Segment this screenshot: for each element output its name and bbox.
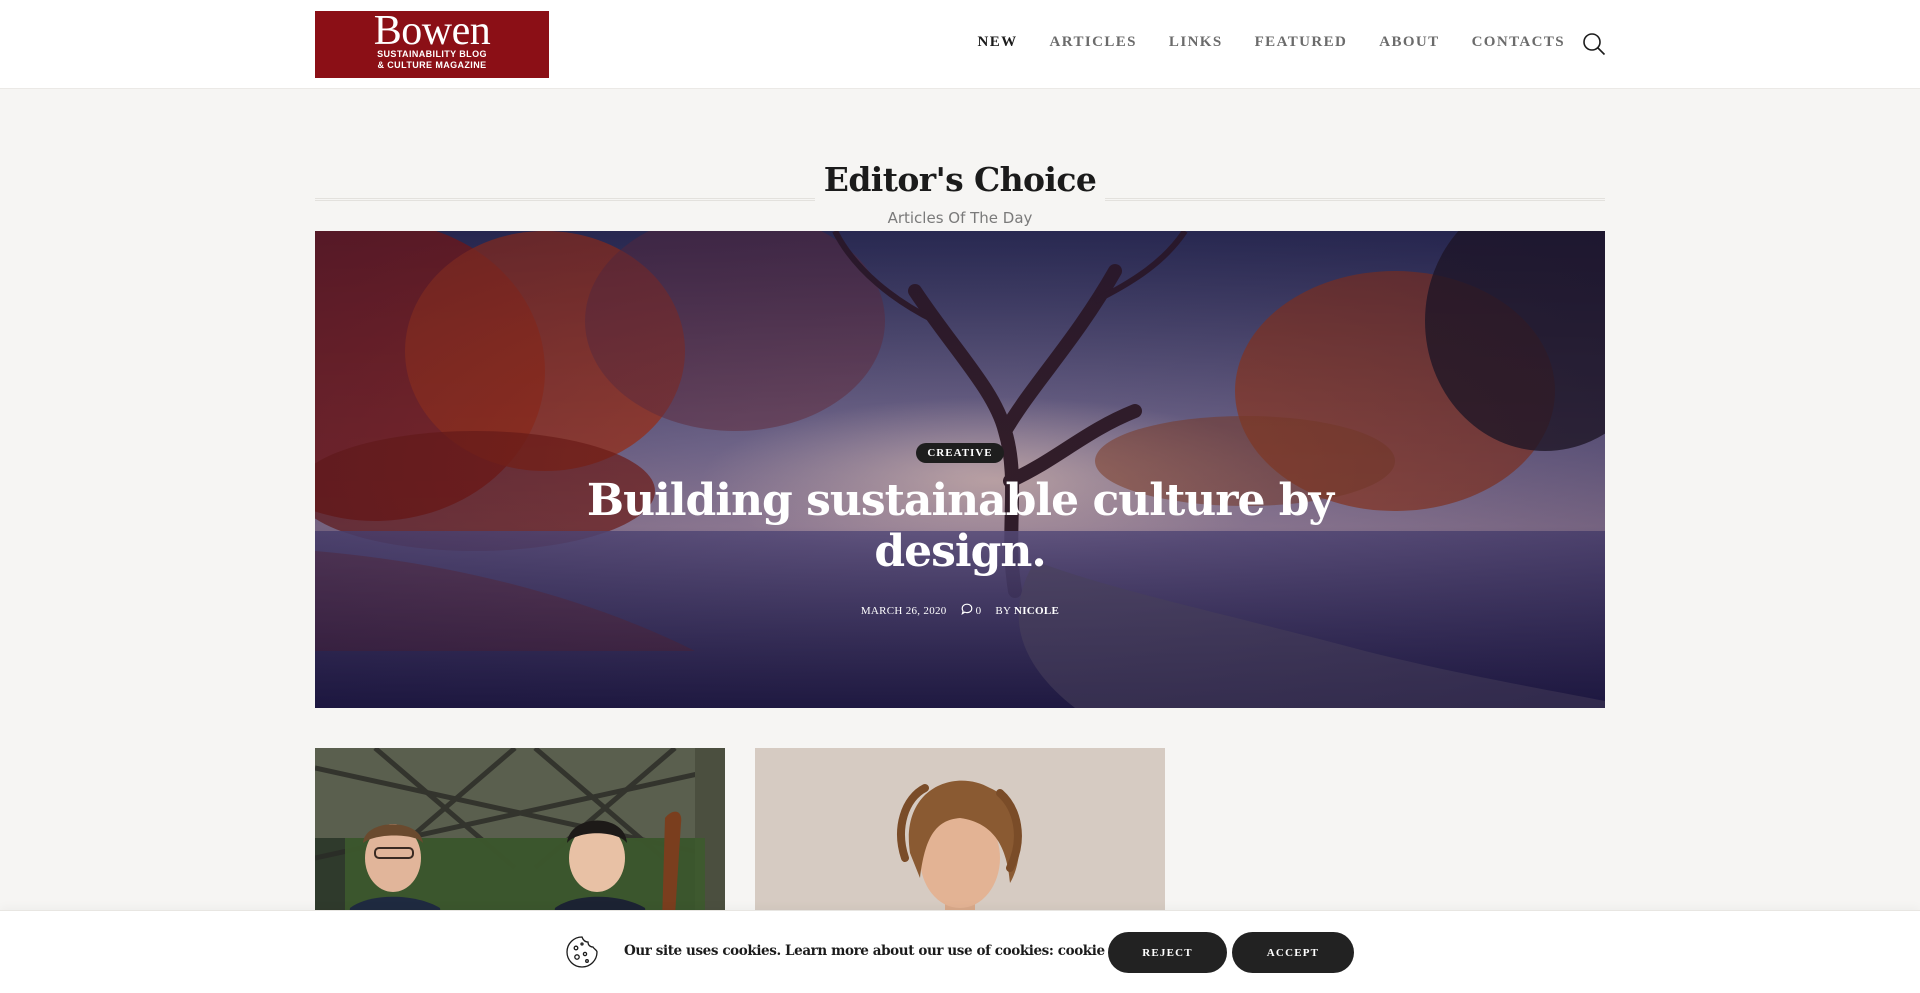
author-link[interactable]: NICOLE [1014, 605, 1059, 617]
logo-tagline-1: SUSTAINABILITY BLOG [377, 49, 487, 59]
comments-value: 0 [975, 604, 982, 617]
nav-item-articles[interactable]: ARTICLES [1050, 34, 1137, 51]
byline-prefix: BY [995, 604, 1011, 617]
comment-icon [960, 603, 973, 618]
logo-wordmark: Bowen [373, 8, 491, 54]
reject-cookies-button[interactable]: REJECT [1108, 932, 1227, 973]
logo-tagline-2: & CULTURE MAGAZINE [377, 60, 487, 70]
site-logo[interactable]: Bowen SUSTAINABILITY BLOG & CULTURE MAGA… [315, 8, 549, 78]
featured-article[interactable]: CREATIVE Building sustainable culture by… [315, 231, 1605, 708]
section-subtitle: Articles Of The Day [887, 209, 1033, 227]
nav-item-featured[interactable]: FEATURED [1255, 34, 1348, 51]
cookie-banner: Our site uses cookies. Learn more about … [0, 910, 1920, 993]
nav-item-new[interactable]: NEW [978, 34, 1018, 51]
category-badge[interactable]: CREATIVE [916, 443, 1004, 463]
search-icon[interactable] [1582, 32, 1606, 56]
cookie-message[interactable]: Our site uses cookies. Learn more about … [624, 943, 1152, 959]
post-byline: BY NICOLE [995, 605, 1059, 617]
nav-item-links[interactable]: LINKS [1169, 34, 1223, 51]
post-date: MARCH 26, 2020 [860, 604, 947, 617]
main-nav: NEW ARTICLES LINKS FEATURED ABOUT CONTAC… [946, 34, 1566, 51]
cookie-icon [565, 935, 599, 969]
hero-content: CREATIVE Building sustainable culture by… [315, 443, 1605, 618]
post-meta: MARCH 26, 2020 0 BY NICOLE [315, 603, 1605, 618]
site-header: Bowen SUSTAINABILITY BLOG & CULTURE MAGA… [0, 0, 1920, 89]
accept-cookies-button[interactable]: ACCEPT [1232, 932, 1354, 973]
hero-title[interactable]: Building sustainable culture by design. [580, 475, 1340, 577]
nav-item-about[interactable]: ABOUT [1379, 34, 1439, 51]
section-title: Editor's Choice [823, 160, 1097, 199]
nav-item-contacts[interactable]: CONTACTS [1472, 34, 1565, 51]
comments-count[interactable]: 0 [960, 603, 982, 618]
